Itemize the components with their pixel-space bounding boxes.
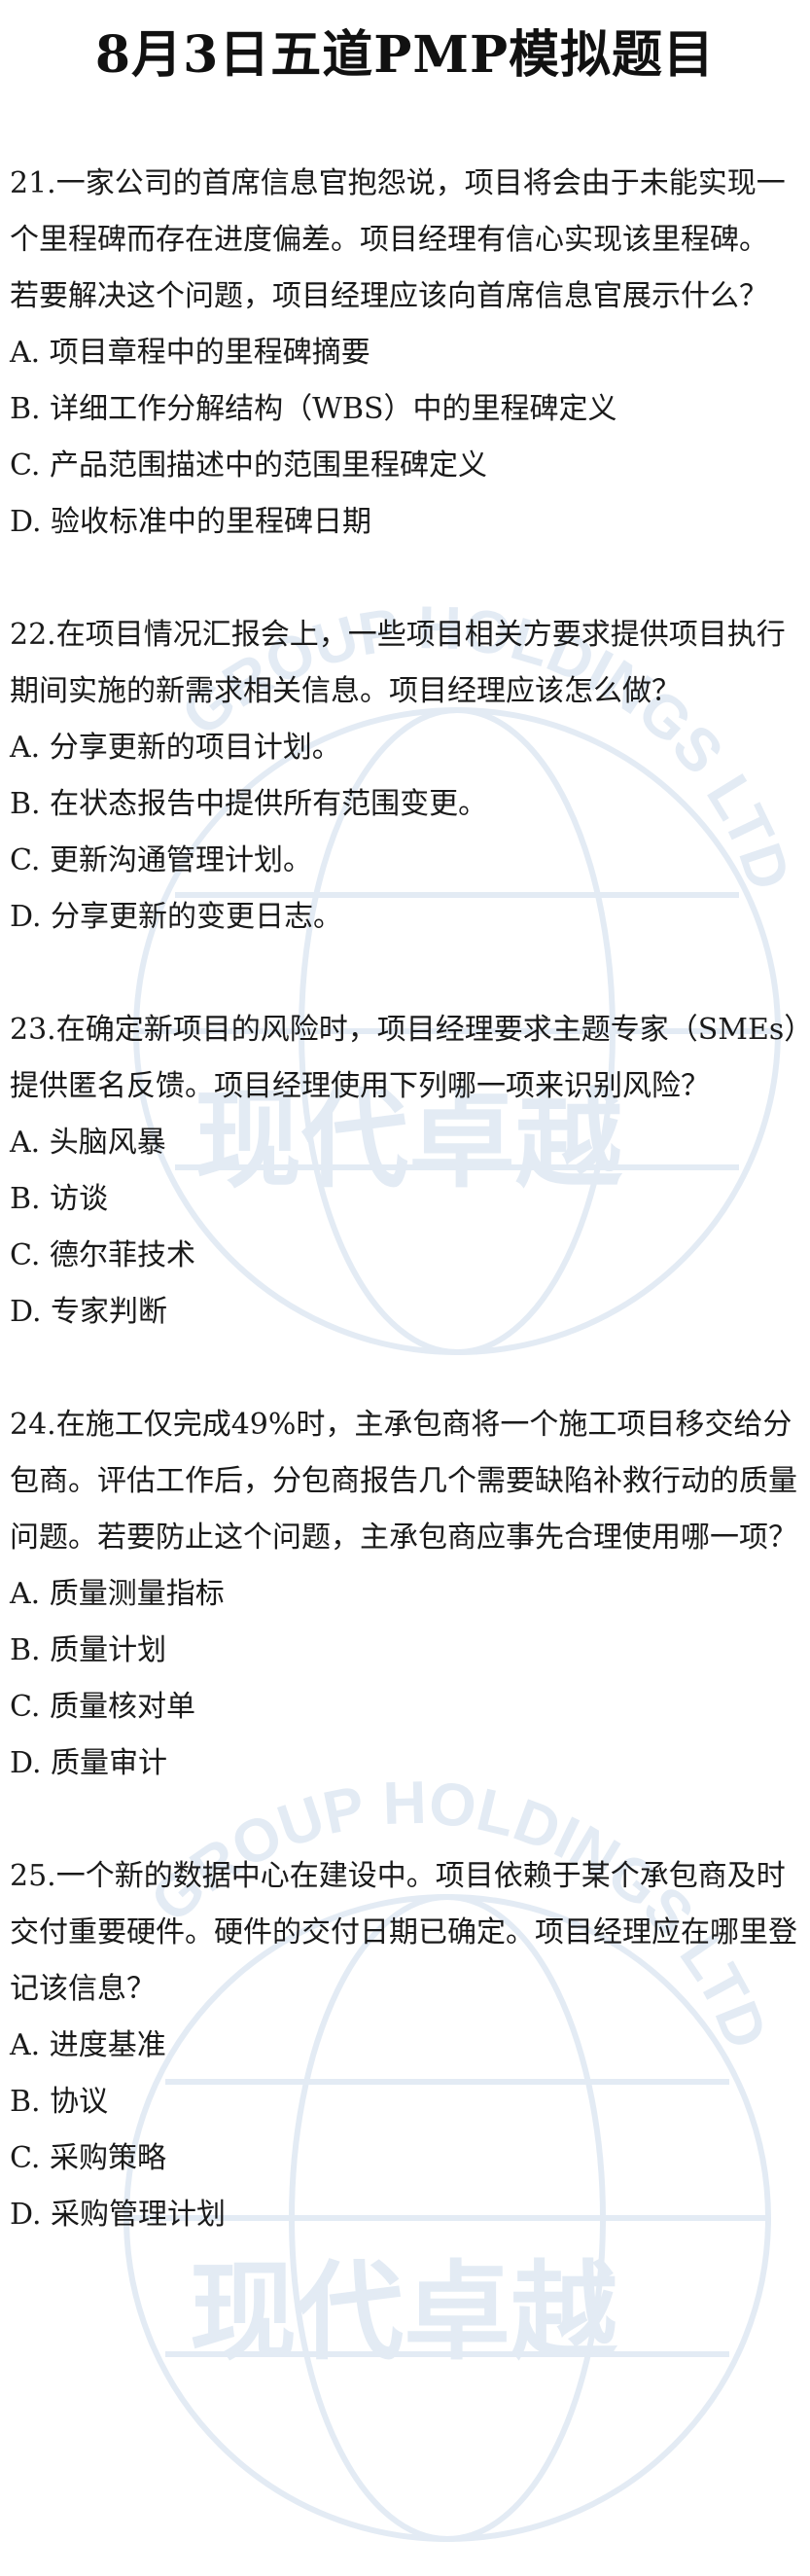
option-list: A. 头脑风暴 B. 访谈 C. 德尔菲技术 D. 专家判断 [10,1115,800,1341]
option-b: B. 详细工作分解结构（WBS）中的里程碑定义 [10,392,617,426]
option-c: C. 德尔菲技术 [10,1238,195,1272]
option-d: D. 分享更新的变更日志。 [10,900,343,934]
option-a: A. 头脑风暴 [10,1126,166,1160]
question-list: 21.一家公司的首席信息官抱怨说，项目将会由于未能实现一个里程碑而存在进度偏差。… [10,156,800,2300]
option-c: C. 更新沟通管理计划。 [10,843,312,877]
option-list: A. 项目章程中的里程碑摘要 B. 详细工作分解结构（WBS）中的里程碑定义 C… [10,325,800,551]
option-d: D. 采购管理计划 [10,2198,227,2232]
option-d: D. 验收标准中的里程碑日期 [10,505,372,539]
question-22: 22.在项目情况汇报会上，一些项目相关方要求提供项目执行期间实施的新需求相关信息… [10,607,800,946]
question-21: 21.一家公司的首席信息官抱怨说，项目将会由于未能实现一个里程碑而存在进度偏差。… [10,156,800,551]
option-b: B. 质量计划 [10,1633,167,1667]
option-c: C. 产品范围描述中的范围里程碑定义 [10,448,487,483]
option-a: A. 质量测量指标 [10,1577,225,1611]
option-list: A. 分享更新的项目计划。 B. 在状态报告中提供所有范围变更。 C. 更新沟通… [10,720,800,946]
question-24: 24.在施工仅完成49%时，主承包商将一个施工项目移交给分包商。评估工作后，分包… [10,1397,800,1792]
question-23: 23.在确定新项目的风险时，项目经理要求主题专家（SMEs）提供匿名反馈。项目经… [10,1002,800,1341]
question-text: 22.在项目情况汇报会上，一些项目相关方要求提供项目执行期间实施的新需求相关信息… [10,618,786,708]
question-text-continued: 若要解决这个问题，项目经理应该向首席信息官展示什么？ [10,279,768,313]
option-d: D. 质量审计 [10,1746,168,1780]
question-text: 24.在施工仅完成49%时，主承包商将一个施工项目移交给分包商。评估工作后，分包… [10,1408,797,1555]
option-c: C. 质量核对单 [10,1690,195,1724]
page-title: 8月3日五道PMP模拟题目 [94,25,716,85]
question-text: 23.在确定新项目的风险时，项目经理要求主题专家（SMEs）提供匿名反馈。项目经… [10,1013,799,1103]
option-a: A. 项目章程中的里程碑摘要 [10,336,370,370]
question-text: 21.一家公司的首席信息官抱怨说，项目将会由于未能实现一个里程碑而存在进度偏差。… [10,166,786,257]
option-c: C. 采购策略 [10,2141,166,2175]
option-b: B. 在状态报告中提供所有范围变更。 [10,787,488,821]
question-text: 25.一个新的数据中心在建设中。项目依赖于某个承包商及时交付重要硬件。硬件的交付… [10,1859,797,2006]
question-25: 25.一个新的数据中心在建设中。项目依赖于某个承包商及时交付重要硬件。硬件的交付… [10,1848,800,2243]
option-list: A. 质量测量指标 B. 质量计划 C. 质量核对单 D. 质量审计 [10,1566,800,1792]
option-b: B. 协议 [10,2085,109,2119]
option-a: A. 进度基准 [10,2028,166,2062]
option-d: D. 专家判断 [10,1295,168,1329]
option-b: B. 访谈 [10,1182,109,1216]
option-a: A. 分享更新的项目计划。 [10,731,341,765]
option-list: A. 进度基准 B. 协议 C. 采购策略 D. 采购管理计划 [10,2018,800,2243]
